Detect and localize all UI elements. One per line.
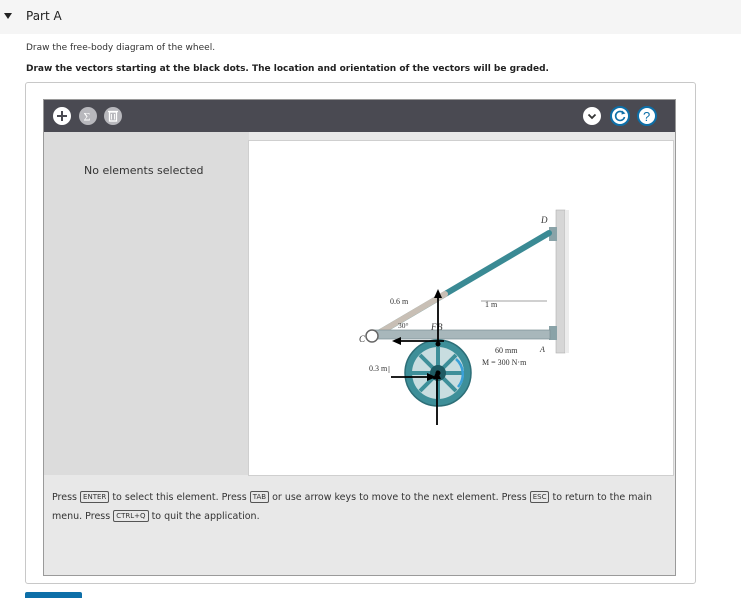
plus-icon xyxy=(57,111,67,121)
svg-text:Σ: Σ xyxy=(84,110,91,124)
keyboard-help: Press ENTER to select this element. Pres… xyxy=(52,488,662,526)
label-c: C xyxy=(359,334,366,344)
label-0-3m: 0.3 m xyxy=(369,364,388,373)
label-60mm: 60 mm xyxy=(495,346,518,355)
selection-status: No elements selected xyxy=(84,164,204,177)
member-ca xyxy=(371,329,551,340)
help-text: Press xyxy=(52,492,78,503)
drawing-canvas[interactable]: D C A 0.6 m 30° 1 m 0.3 m 60 mm M = 300 … xyxy=(248,140,674,476)
label-moment: M = 300 N·m xyxy=(482,358,527,367)
toolbar: Σ ? xyxy=(44,100,675,132)
help-button[interactable]: ? xyxy=(637,106,657,126)
reset-icon xyxy=(614,110,626,122)
vector-drawing-tool: Σ ? No elements selected D C A 0.6 m 30°… xyxy=(43,99,676,576)
key-esc: ESC xyxy=(529,491,550,503)
label-0-6m: 0.6 m xyxy=(390,297,409,306)
label-f: F xyxy=(430,322,437,332)
element-panel: No elements selected xyxy=(44,132,249,475)
key-tab: TAB xyxy=(249,491,270,503)
wall-shade xyxy=(565,210,569,353)
label-1m: 1 m xyxy=(485,300,498,309)
options-dropdown-button[interactable] xyxy=(583,107,601,125)
add-button[interactable] xyxy=(53,107,71,125)
label-a: A xyxy=(539,345,545,354)
wheel-figure: D C A 0.6 m 30° 1 m 0.3 m 60 mm M = 300 … xyxy=(359,209,569,425)
label-angle: 30° xyxy=(398,321,409,330)
help-text: to quit the application. xyxy=(151,511,260,522)
anchor-dot[interactable] xyxy=(435,341,441,347)
trash-icon xyxy=(108,110,118,122)
part-title: Part A xyxy=(26,9,62,23)
label-d: D xyxy=(540,215,548,225)
help-text: or use arrow keys to move to the next el… xyxy=(272,492,527,503)
delete-button[interactable] xyxy=(104,107,122,125)
pin-c xyxy=(365,329,379,343)
sigma-button[interactable]: Σ xyxy=(79,107,97,125)
svg-text:?: ? xyxy=(643,109,650,124)
instruction-text: Draw the free-body diagram of the wheel. xyxy=(26,43,216,53)
help-icon: ? xyxy=(643,109,650,124)
sigma-icon: Σ xyxy=(84,110,91,124)
key-ctrlq: CTRL+Q xyxy=(113,510,149,522)
submit-button[interactable] xyxy=(25,592,82,598)
wall xyxy=(555,209,566,354)
help-text: to select this element. Press xyxy=(112,492,247,503)
key-enter: ENTER xyxy=(80,491,110,503)
reset-button[interactable] xyxy=(610,106,630,126)
chevron-down-icon xyxy=(587,113,597,120)
anchor-dot[interactable] xyxy=(435,370,441,376)
collapse-caret-icon[interactable] xyxy=(4,13,12,19)
part-header[interactable]: Part A xyxy=(0,0,741,34)
instruction-bold-text: Draw the vectors starting at the black d… xyxy=(26,64,549,74)
